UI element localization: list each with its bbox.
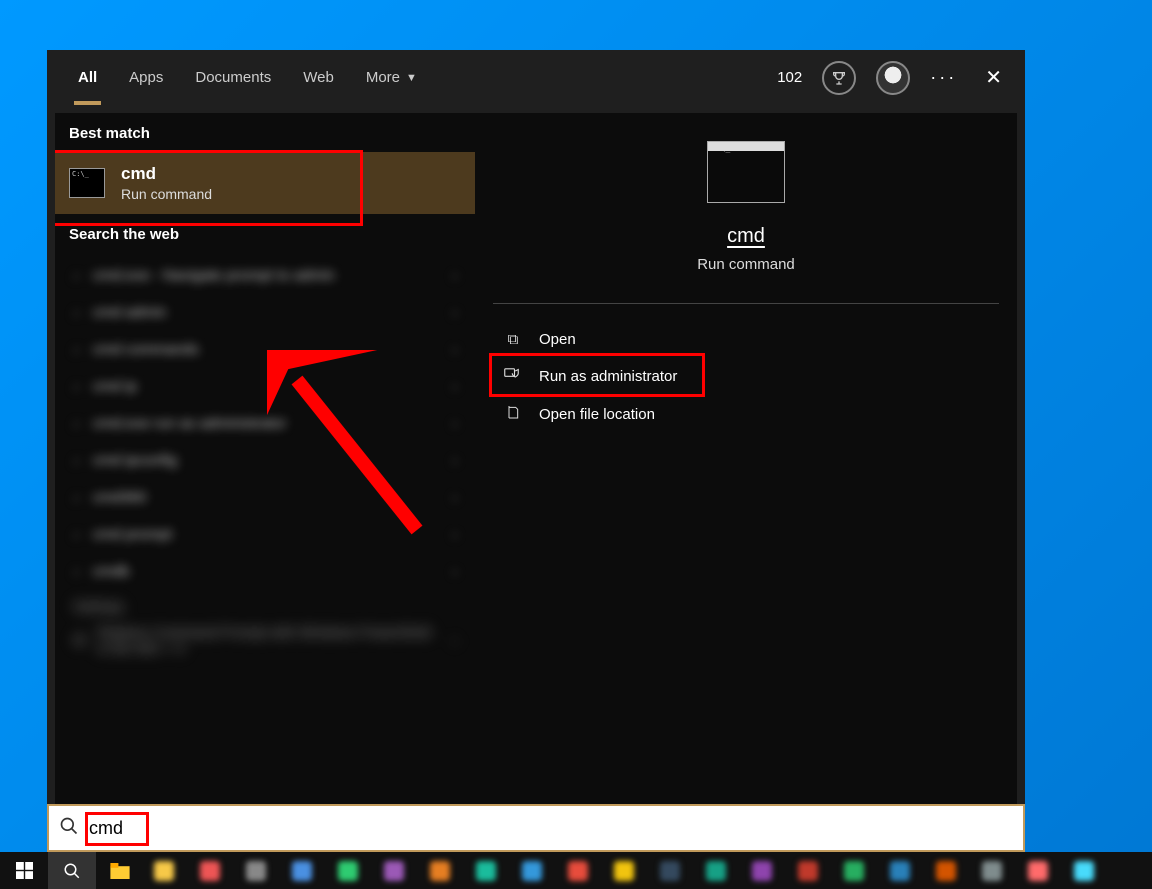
settings-label: Settings [73, 598, 457, 614]
admin-shield-icon [503, 366, 523, 386]
web-result-item[interactable]: ⌕cmdb› [55, 553, 475, 590]
best-match-label: Best match [55, 113, 475, 152]
search-icon: ⌕ [73, 341, 81, 358]
tab-web[interactable]: Web [287, 50, 350, 105]
close-icon[interactable]: ✕ [977, 65, 1010, 90]
web-result-item[interactable]: ⌕cmd360› [55, 479, 475, 516]
search-icon: ⌕ [73, 304, 81, 321]
web-result-item[interactable]: ⌕cmd.exe run as administrator› [55, 405, 475, 442]
taskbar-file-explorer[interactable] [96, 852, 144, 889]
divider [493, 303, 999, 304]
chevron-right-icon: › [453, 453, 457, 468]
chevron-right-icon: › [453, 379, 457, 394]
chevron-right-icon: › [453, 527, 457, 542]
start-button[interactable] [0, 852, 48, 889]
taskbar [0, 852, 1152, 889]
search-icon: ⌕ [73, 415, 81, 432]
web-result-item[interactable]: ⌕cmd ip› [55, 368, 475, 405]
results-left-column: Best match cmd Run command Search the we… [55, 113, 475, 804]
start-search-panel: All Apps Documents Web More▼ 102 ··· ✕ B… [47, 50, 1025, 852]
best-match-title: cmd [121, 164, 212, 184]
open-icon: ⧉ [503, 331, 523, 348]
preview-title[interactable]: cmd [727, 225, 765, 248]
action-open[interactable]: ⧉ Open [493, 322, 999, 357]
search-tabs: All Apps Documents Web More▼ 102 ··· ✕ [47, 50, 1025, 105]
rewards-trophy-icon[interactable] [822, 61, 856, 95]
cmd-icon [69, 168, 105, 198]
search-icon [59, 816, 79, 841]
preview-subtitle: Run command [697, 256, 795, 273]
chevron-right-icon: › [453, 416, 457, 431]
result-preview-column: cmd Run command ⧉ Open Run as administra… [475, 113, 1017, 804]
settings-result-item[interactable]: ⚙Replace Command Prompt with Windows Pow… [73, 624, 457, 656]
chevron-down-icon: ▼ [406, 72, 417, 84]
web-result-item[interactable]: ⌕cmd.exe - Navigate prompt to admin› [55, 257, 475, 294]
search-input-bar[interactable] [47, 804, 1025, 852]
taskbar-search-button[interactable] [48, 852, 96, 889]
search-web-label: Search the web [55, 214, 475, 253]
search-input[interactable] [89, 818, 1013, 839]
chevron-right-icon: › [453, 268, 457, 283]
chevron-right-icon: › [453, 564, 457, 579]
user-avatar[interactable] [876, 61, 910, 95]
web-result-item[interactable]: ⌕cmd ipconfig› [55, 442, 475, 479]
settings-icon: ⚙ [73, 632, 86, 649]
tab-documents[interactable]: Documents [179, 50, 287, 105]
tab-more[interactable]: More▼ [350, 50, 433, 105]
search-icon: ⌕ [73, 563, 81, 580]
chevron-right-icon: › [452, 632, 457, 648]
chevron-right-icon: › [453, 490, 457, 505]
web-result-item[interactable]: ⌕cmd admin› [55, 294, 475, 331]
search-icon: ⌕ [73, 267, 81, 284]
chevron-right-icon: › [453, 305, 457, 320]
action-run-as-administrator[interactable]: Run as administrator [493, 357, 999, 395]
web-results-list: ⌕cmd.exe - Navigate prompt to admin› ⌕cm… [55, 253, 475, 804]
cmd-large-icon [707, 141, 785, 203]
folder-icon [503, 404, 523, 424]
web-result-item[interactable]: ⌕cmd commands› [55, 331, 475, 368]
rewards-count: 102 [777, 69, 802, 86]
search-icon: ⌕ [73, 489, 81, 506]
best-match-subtitle: Run command [121, 186, 212, 202]
action-open-file-location[interactable]: Open file location [493, 395, 999, 433]
tab-all[interactable]: All [62, 50, 113, 105]
best-match-result[interactable]: cmd Run command [55, 152, 475, 214]
tab-apps[interactable]: Apps [113, 50, 179, 105]
taskbar-apps-blurred [144, 861, 1152, 881]
search-icon: ⌕ [73, 452, 81, 469]
chevron-right-icon: › [453, 342, 457, 357]
search-icon: ⌕ [73, 526, 81, 543]
web-result-item[interactable]: ⌕cmd prompt› [55, 516, 475, 553]
more-options-icon[interactable]: ··· [930, 67, 957, 88]
search-icon: ⌕ [73, 378, 81, 395]
